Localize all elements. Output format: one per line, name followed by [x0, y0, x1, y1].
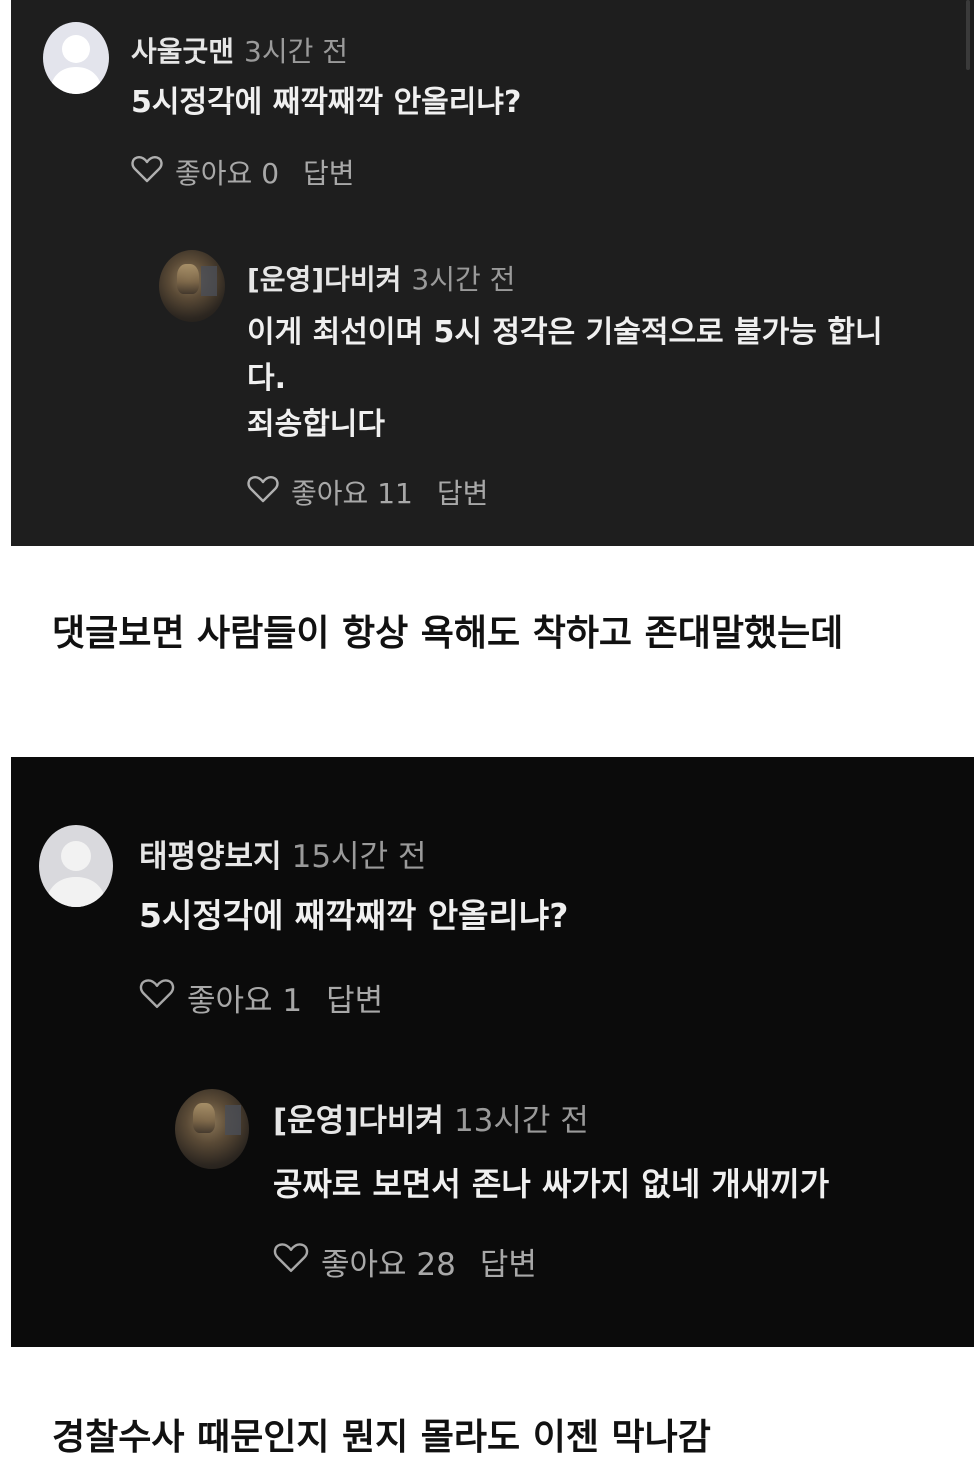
comment-meta: 사울굿맨 3시간 전: [131, 30, 348, 70]
comment-screenshot-2: 태평양보지 15시간 전 5시정각에 째깍째깍 안올리냐? 좋아요 1 답변 [운…: [11, 757, 974, 1347]
reply-actions: 좋아요 28 답변: [273, 1239, 537, 1284]
reply-avatar[interactable]: [175, 1089, 249, 1169]
reply-button[interactable]: 답변: [303, 152, 355, 192]
reply-author[interactable]: [운영]다비켜: [247, 263, 401, 296]
heart-outline-icon[interactable]: [273, 1242, 309, 1281]
comment-screenshot-1: 사울굿맨 3시간 전 5시정각에 째깍째깍 안올리냐? 좋아요 0 답변 [운영]…: [11, 0, 974, 546]
reply-meta: [운영]다비켜 3시간 전: [247, 258, 515, 298]
reply-time: 3시간 전: [411, 263, 516, 296]
like-count: 11: [377, 477, 413, 510]
like-button[interactable]: 좋아요 0: [175, 152, 279, 192]
reply-text-line: 이게 최선이며 5시 정각은 기술적으로 불가능 합니: [247, 315, 883, 350]
reply-text-line: 다.: [247, 361, 286, 396]
heart-outline-icon[interactable]: [131, 155, 163, 190]
reply-text-line: 죄송합니다: [247, 407, 385, 442]
like-button[interactable]: 좋아요 1: [187, 975, 302, 1020]
scrollbar[interactable]: [966, 0, 970, 70]
reply-button[interactable]: 답변: [326, 975, 383, 1020]
reply-meta: [운영]다비켜 13시간 전: [273, 1095, 589, 1140]
default-avatar-icon[interactable]: [39, 825, 113, 907]
reply-time: 13시간 전: [453, 1103, 589, 1139]
comment-actions: 좋아요 1 답변: [139, 975, 383, 1020]
like-count: 1: [282, 983, 303, 1019]
comment-text: 5시정각에 째깍째깍 안올리냐?: [131, 85, 522, 120]
like-label: 좋아요: [291, 477, 369, 510]
comment-time: 3시간 전: [244, 35, 349, 68]
comment-actions: 좋아요 0 답변: [131, 152, 355, 192]
reply-avatar[interactable]: [159, 250, 225, 322]
reply-text: 공짜로 보면서 존나 싸가지 없네 개새끼가: [273, 1165, 830, 1203]
like-label: 좋아요: [321, 1247, 407, 1283]
caption-2: 경찰수사 때문인지 뭔지 몰라도 이젠 막나감: [52, 1417, 711, 1457]
caption-1: 댓글보면 사람들이 항상 욕해도 착하고 존대말했는데: [52, 613, 844, 654]
default-avatar-icon[interactable]: [43, 22, 109, 94]
comment-meta: 태평양보지 15시간 전: [139, 831, 426, 876]
reply-button[interactable]: 답변: [437, 472, 489, 512]
comment-time: 15시간 전: [291, 839, 427, 875]
page: 사울굿맨 3시간 전 5시정각에 째깍째깍 안올리냐? 좋아요 0 답변 [운영]…: [0, 0, 980, 1457]
like-button[interactable]: 좋아요 11: [291, 472, 413, 512]
reply-actions: 좋아요 11 답변: [247, 472, 488, 512]
heart-outline-icon[interactable]: [247, 475, 279, 510]
like-count: 28: [416, 1247, 456, 1283]
like-count: 0: [261, 157, 280, 190]
reply-text: 이게 최선이며 5시 정각은 기술적으로 불가능 합니 다. 죄송합니다: [247, 310, 883, 448]
like-label: 좋아요: [187, 983, 273, 1019]
comment-author[interactable]: 태평양보지: [139, 839, 282, 875]
reply-button[interactable]: 답변: [480, 1239, 537, 1284]
heart-outline-icon[interactable]: [139, 978, 175, 1017]
comment-text: 5시정각에 째깍째깍 안올리냐?: [139, 896, 569, 935]
comment-author[interactable]: 사울굿맨: [131, 35, 234, 68]
like-button[interactable]: 좋아요 28: [321, 1239, 456, 1284]
reply-author[interactable]: [운영]다비켜: [273, 1103, 444, 1139]
like-label: 좋아요: [175, 157, 253, 190]
